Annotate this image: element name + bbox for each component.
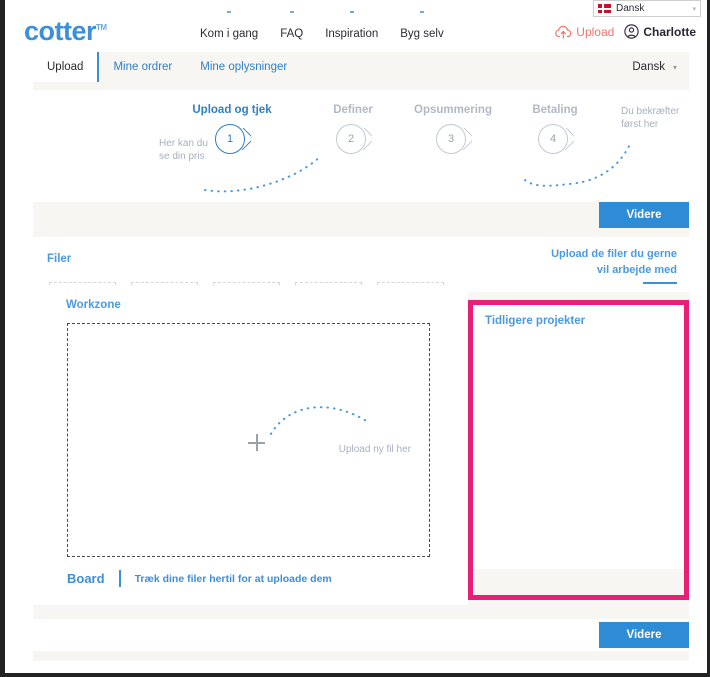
step-label: Upload og tjek xyxy=(192,104,272,116)
nav-dot-icon xyxy=(420,11,424,13)
step-marker: 4 xyxy=(538,124,574,154)
danish-flag-icon xyxy=(598,4,611,13)
step-label: Opsummering xyxy=(414,104,492,116)
step-number: 2 xyxy=(336,124,366,154)
main-navigation: Kom i gang FAQ Inspiration Byg selv xyxy=(200,11,444,40)
top-language-label: Dansk xyxy=(616,3,645,14)
upload-note-card: Upload de filer du gerne vil arbejde med xyxy=(468,237,689,292)
dropzone-hint: Upload ny fil her xyxy=(338,444,411,455)
upload-note-text: Upload de filer du gerne vil arbejde med xyxy=(551,248,677,276)
nav-item-kom-i-gang[interactable]: Kom i gang xyxy=(200,11,259,40)
upload-note-underline xyxy=(643,281,677,284)
account-tabbar: Upload Mine ordrer Mine oplysninger Dans… xyxy=(33,52,689,82)
bottom-action-bar: Videre xyxy=(33,619,689,651)
nav-dot-icon xyxy=(349,11,354,13)
step-number: 4 xyxy=(538,124,568,154)
logo-trademark: TM xyxy=(96,23,107,32)
nav-label: FAQ xyxy=(280,28,304,40)
step-2-definer[interactable]: Definer 2 xyxy=(298,104,408,154)
hint-confirm: Du bekræfter først her xyxy=(621,106,680,130)
files-title: Filer xyxy=(47,253,72,265)
stepper-steps: Upload og tjek 1 Definer 2 Opsummering 3… xyxy=(33,90,689,202)
chevron-down-icon: ▾ xyxy=(692,5,696,13)
browser-page-frame: Dansk ▾ cotterTM Kom i gang FAQ Inspirat… xyxy=(0,0,710,677)
step-marker: 2 xyxy=(336,124,372,154)
nav-item-faq[interactable]: FAQ xyxy=(280,11,304,40)
workzone-card: Workzone Upload ny fil her Board Træk di… xyxy=(33,285,468,605)
cloud-upload-icon xyxy=(555,25,572,39)
tab-mine-oplysninger[interactable]: Mine oplysninger xyxy=(186,52,301,82)
dotted-arrow-dropzone xyxy=(270,406,369,435)
previous-projects-panel[interactable]: Tidligere projekter xyxy=(468,300,689,600)
nav-dot-icon xyxy=(289,11,294,13)
content-language-label: Dansk xyxy=(632,61,665,73)
progress-stepper: Upload og tjek 1 Definer 2 Opsummering 3… xyxy=(33,90,689,202)
dotted-arrow-left xyxy=(204,155,322,193)
nav-item-inspiration[interactable]: Inspiration xyxy=(325,11,379,40)
step-marker: 1 xyxy=(215,124,251,154)
step-label: Definer xyxy=(333,104,373,116)
user-name-label: Charlotte xyxy=(643,24,696,39)
user-account-button[interactable]: Charlotte xyxy=(624,24,696,39)
chevron-down-icon: ▾ xyxy=(672,62,677,72)
step-number: 1 xyxy=(215,124,245,154)
nav-label: Kom i gang xyxy=(200,28,259,40)
logo-text: cotter xyxy=(24,16,97,46)
step-marker: 3 xyxy=(436,124,472,154)
nav-label: Byg selv xyxy=(400,28,444,40)
content-language-selector[interactable]: Dansk ▾ xyxy=(632,52,689,82)
step-3-opsummering[interactable]: Opsummering 3 xyxy=(398,104,508,154)
videre-button-bottom[interactable]: Videre xyxy=(599,622,689,648)
previous-projects-footer xyxy=(473,569,684,595)
header-actions: Upload Charlotte xyxy=(555,24,696,39)
step-label: Betaling xyxy=(532,104,578,116)
stepper-action-row: Videre xyxy=(33,202,689,230)
tab-label: Mine oplysninger xyxy=(200,61,288,73)
tab-label: Mine ordrer xyxy=(113,61,173,73)
site-logo[interactable]: cotterTM xyxy=(24,18,107,45)
user-avatar-icon xyxy=(624,24,640,39)
tab-upload[interactable]: Upload xyxy=(33,52,100,82)
plus-icon xyxy=(248,434,265,451)
board-label: Board xyxy=(67,571,105,586)
tab-label: Upload xyxy=(47,61,84,73)
board-row: Board Træk dine filer hertil for at uplo… xyxy=(67,570,332,587)
dotted-arrow-right xyxy=(524,145,630,187)
nav-item-byg-selv[interactable]: Byg selv xyxy=(400,11,444,40)
top-language-selector[interactable]: Dansk ▾ xyxy=(593,0,701,17)
step-number: 3 xyxy=(436,124,466,154)
board-instruction: Træk dine filer hertil for at uploade de… xyxy=(134,572,332,585)
workzone-title: Workzone xyxy=(66,299,121,311)
nav-label: Inspiration xyxy=(325,28,379,40)
nav-dot-icon xyxy=(227,11,232,13)
tab-mine-ordrer[interactable]: Mine ordrer xyxy=(99,52,186,82)
header-upload-button[interactable]: Upload xyxy=(555,25,614,39)
videre-button-top[interactable]: Videre xyxy=(599,202,689,228)
previous-projects-title: Tidligere projekter xyxy=(485,315,586,327)
header-upload-label: Upload xyxy=(576,24,615,39)
workzone-dropzone[interactable]: Upload ny fil her xyxy=(67,323,430,557)
